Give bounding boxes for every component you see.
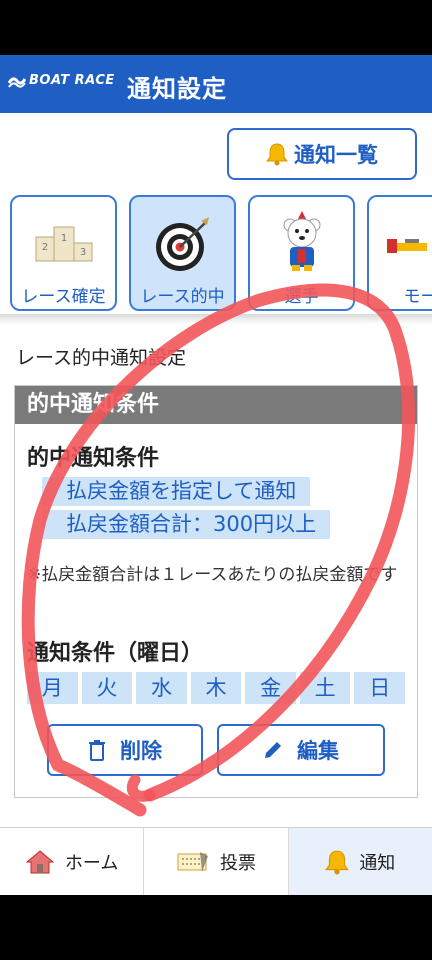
notification-list-button[interactable]: 通知一覧 — [227, 128, 417, 180]
weekday-tue: 火 — [81, 672, 133, 704]
ticket-icon — [177, 851, 208, 872]
tab-racer[interactable]: 選手 — [248, 195, 355, 311]
svg-text:1: 1 — [60, 233, 66, 244]
card-header: 的中通知条件 — [15, 386, 417, 424]
tabs-divider — [0, 314, 432, 324]
tab-label: モー — [403, 287, 432, 307]
weekday-fri: 金 — [245, 672, 296, 704]
hit-condition-card: 的中通知条件 的中通知条件 払戻金額を指定して通知 払戻金額合計：300円以上 … — [14, 385, 418, 798]
weekday-list: 月 火 水 木 金 土 日 — [27, 672, 406, 704]
motor-icon — [387, 239, 427, 253]
app-screen: BOAT RACE 通知設定 通知一覧 1 2 3 レース確定 レース的中 選手… — [0, 55, 432, 895]
nav-label: 通知 — [359, 852, 396, 874]
podium-icon: 1 2 3 — [35, 226, 92, 262]
nav-label: 投票 — [219, 852, 256, 874]
weekday-heading: 通知条件（曜日） — [27, 641, 204, 666]
weekday-mon: 月 — [27, 672, 78, 704]
condition-note: ※払戻金額合計は１レースあたりの払戻金額です — [27, 565, 398, 585]
wave-icon — [8, 76, 26, 88]
weekday-sun: 日 — [354, 672, 406, 704]
condition-line-amount: 払戻金額合計：300円以上 — [42, 510, 331, 539]
delete-label: 削除 — [120, 739, 162, 763]
trash-icon — [89, 740, 105, 761]
svg-text:3: 3 — [79, 247, 85, 258]
home-icon — [25, 849, 55, 873]
bear-mascot-icon — [283, 211, 320, 271]
pencil-icon — [265, 742, 281, 758]
nav-notification[interactable]: 通知 — [288, 828, 432, 895]
boatrace-logo[interactable]: BOAT RACE — [8, 73, 115, 88]
tab-race-confirmed[interactable]: 1 2 3 レース確定 — [10, 195, 117, 311]
target-icon — [155, 217, 209, 271]
condition-line-specify: 払戻金額を指定して通知 — [42, 477, 311, 506]
tab-label: レース確定 — [21, 287, 106, 307]
bell-icon — [325, 850, 350, 874]
bottom-navigation: ホーム 投票 通知 — [0, 827, 432, 895]
app-header: BOAT RACE 通知設定 — [0, 55, 432, 113]
notification-type-tabs: 1 2 3 レース確定 レース的中 選手 モー — [0, 194, 432, 314]
page-title: 通知設定 — [127, 75, 227, 103]
nav-home[interactable]: ホーム — [0, 828, 145, 895]
edit-label: 編集 — [297, 739, 339, 763]
tab-label: 選手 — [284, 287, 319, 307]
delete-button[interactable]: 削除 — [47, 724, 203, 776]
condition-heading: 的中通知条件 — [27, 446, 160, 471]
tab-race-hit[interactable]: レース的中 — [129, 195, 236, 311]
weekday-thu: 木 — [190, 672, 242, 704]
notification-list-label: 通知一覧 — [294, 143, 378, 167]
svg-text:2: 2 — [41, 242, 47, 253]
section-title: レース的中通知設定 — [16, 347, 187, 369]
edit-button[interactable]: 編集 — [217, 724, 385, 776]
weekday-wed: 水 — [136, 672, 187, 704]
logo-text: BOAT RACE — [29, 73, 115, 88]
weekday-sat: 土 — [299, 672, 351, 704]
tab-motor[interactable]: モー — [367, 195, 432, 311]
nav-vote[interactable]: 投票 — [144, 828, 289, 895]
tab-label: レース的中 — [140, 287, 225, 307]
nav-label: ホーム — [64, 852, 119, 874]
bell-icon — [266, 143, 288, 166]
